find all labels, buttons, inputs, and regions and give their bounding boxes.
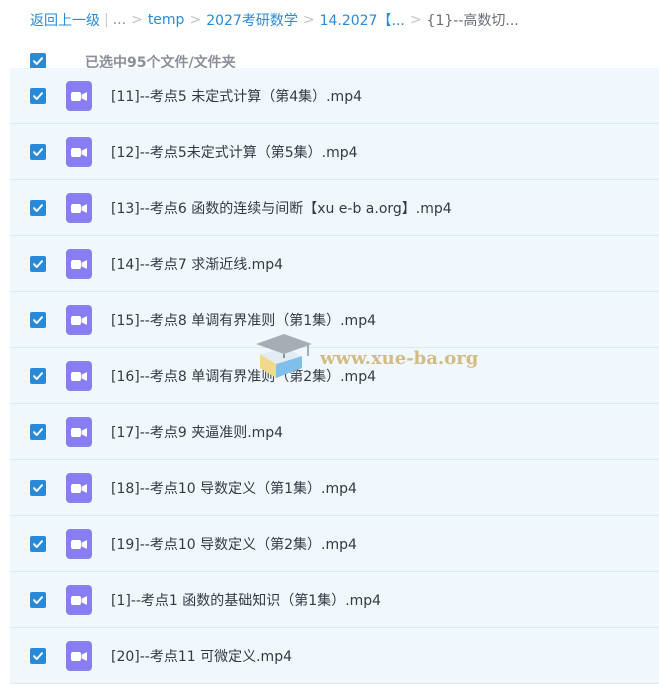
file-name[interactable]: [1]--考点1 函数的基础知识（第1集）.mp4: [111, 590, 381, 610]
checkmark-icon: [33, 484, 43, 492]
checkmark-icon: [33, 428, 43, 436]
breadcrumb-item-temp[interactable]: temp: [148, 12, 185, 28]
file-checkbox[interactable]: [30, 256, 46, 272]
file-name[interactable]: [17]--考点9 夹逼准则.mp4: [111, 422, 283, 442]
checkmark-icon: [33, 652, 43, 660]
video-file-icon: [66, 81, 92, 111]
file-name[interactable]: [19]--考点10 导数定义（第2集）.mp4: [111, 534, 357, 554]
file-name[interactable]: [16]--考点8 单调有界准则（第2集）.mp4: [111, 366, 376, 386]
file-row[interactable]: [12]--考点5未定式计算（第5集）.mp4: [10, 124, 659, 180]
file-checkbox[interactable]: [30, 144, 46, 160]
video-file-icon: [66, 249, 92, 279]
back-link[interactable]: 返回上一级: [30, 10, 100, 30]
checkmark-icon: [33, 316, 43, 324]
breadcrumb-bar-separator: |: [104, 12, 109, 28]
file-name[interactable]: [13]--考点6 函数的连续与间断【xu e-b a.org】.mp4: [111, 198, 452, 218]
checkmark-icon: [33, 260, 43, 268]
video-file-icon: [66, 641, 92, 671]
file-row[interactable]: [1]--考点1 函数的基础知识（第1集）.mp4: [10, 572, 659, 628]
file-row[interactable]: [14]--考点7 求渐近线.mp4: [10, 236, 659, 292]
file-browser: 返回上一级 | ... > temp > 2027考研数学 > 14.2027【…: [0, 0, 659, 684]
file-name[interactable]: [15]--考点8 单调有界准则（第1集）.mp4: [111, 310, 376, 330]
video-file-icon: [66, 417, 92, 447]
video-file-icon: [66, 529, 92, 559]
file-checkbox[interactable]: [30, 648, 46, 664]
breadcrumb-item-course[interactable]: 14.2027【...: [320, 10, 405, 30]
breadcrumb-item-math[interactable]: 2027考研数学: [206, 10, 298, 30]
breadcrumb-separator: >: [131, 12, 143, 28]
checkmark-icon: [33, 372, 43, 380]
select-all-checkbox[interactable]: [30, 53, 46, 69]
checkmark-icon: [33, 148, 43, 156]
file-checkbox[interactable]: [30, 88, 46, 104]
file-checkbox[interactable]: [30, 424, 46, 440]
video-file-icon: [66, 361, 92, 391]
file-name[interactable]: [18]--考点10 导数定义（第1集）.mp4: [111, 478, 357, 498]
breadcrumb-separator: >: [189, 12, 202, 28]
file-name[interactable]: [20]--考点11 可微定义.mp4: [111, 646, 292, 666]
checkmark-icon: [33, 92, 43, 100]
video-file-icon: [66, 193, 92, 223]
checkmark-icon: [33, 596, 43, 604]
file-list: [11]--考点5 未定式计算（第4集）.mp4 [12]--考点5未定式计算（第…: [10, 68, 659, 684]
breadcrumb-separator: >: [302, 12, 315, 28]
checkmark-icon: [33, 204, 43, 212]
file-row[interactable]: [18]--考点10 导数定义（第1集）.mp4: [10, 460, 659, 516]
file-row[interactable]: [17]--考点9 夹逼准则.mp4: [10, 404, 659, 460]
file-row[interactable]: [15]--考点8 单调有界准则（第1集）.mp4: [10, 292, 659, 348]
file-row[interactable]: [20]--考点11 可微定义.mp4: [10, 628, 659, 684]
file-row[interactable]: [19]--考点10 导数定义（第2集）.mp4: [10, 516, 659, 572]
video-file-icon: [66, 137, 92, 167]
checkmark-icon: [33, 57, 43, 65]
file-checkbox[interactable]: [30, 200, 46, 216]
file-checkbox[interactable]: [30, 312, 46, 328]
video-file-icon: [66, 305, 92, 335]
file-name[interactable]: [12]--考点5未定式计算（第5集）.mp4: [111, 142, 358, 162]
file-row[interactable]: [16]--考点8 单调有界准则（第2集）.mp4: [10, 348, 659, 404]
breadcrumb-separator: >: [409, 12, 422, 28]
file-checkbox[interactable]: [30, 480, 46, 496]
breadcrumb-ellipsis[interactable]: ...: [113, 12, 126, 28]
file-checkbox[interactable]: [30, 368, 46, 384]
video-file-icon: [66, 585, 92, 615]
file-name[interactable]: [11]--考点5 未定式计算（第4集）.mp4: [111, 86, 362, 106]
file-name[interactable]: [14]--考点7 求渐近线.mp4: [111, 254, 283, 274]
file-row[interactable]: [13]--考点6 函数的连续与间断【xu e-b a.org】.mp4: [10, 180, 659, 236]
breadcrumb-current: {1}--高数切...: [426, 13, 519, 29]
file-checkbox[interactable]: [30, 592, 46, 608]
file-row[interactable]: [11]--考点5 未定式计算（第4集）.mp4: [10, 68, 659, 124]
checkmark-icon: [33, 540, 43, 548]
video-file-icon: [66, 473, 92, 503]
file-checkbox[interactable]: [30, 536, 46, 552]
breadcrumb: 返回上一级 | ... > temp > 2027考研数学 > 14.2027【…: [30, 0, 519, 40]
